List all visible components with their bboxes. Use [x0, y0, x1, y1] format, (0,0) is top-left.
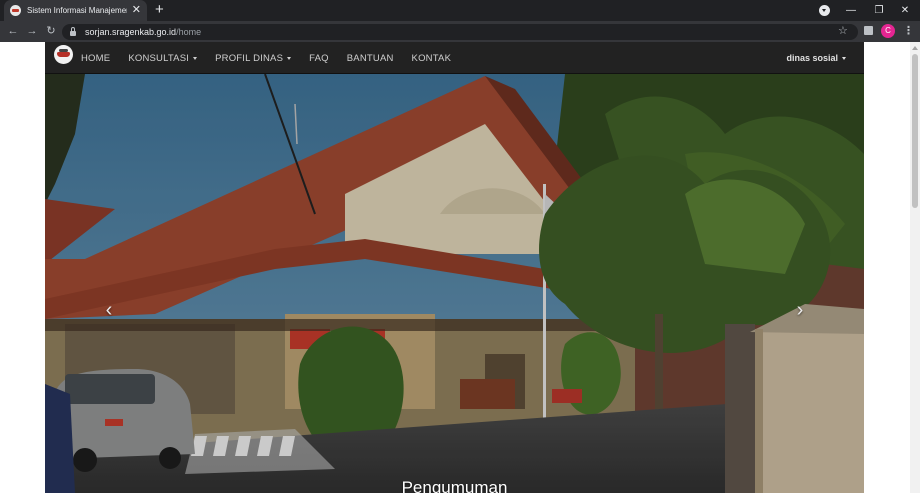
url-path: /home — [176, 27, 202, 37]
nav-home[interactable]: HOME — [72, 42, 119, 74]
nav-faq-label: FAQ — [309, 52, 329, 64]
window-close-button[interactable]: ✕ — [890, 0, 920, 21]
browser-menu-icon[interactable]: ⋮ — [903, 24, 914, 37]
user-menu-label: dinas sosial — [786, 53, 838, 63]
carousel-next-button[interactable]: › — [789, 299, 811, 321]
nav-bantuan[interactable]: BANTUAN — [338, 42, 403, 74]
address-bar[interactable]: sorjan.sragenkab.go.id/home — [62, 24, 858, 40]
nav-konsultasi-label: KONSULTASI — [128, 52, 190, 64]
forward-button[interactable]: → — [25, 24, 39, 38]
site-favicon-icon — [10, 5, 21, 16]
browser-tab-strip: Sistem Informasi Manajemen Ko ✕ + — ❐ ✕ — [0, 0, 920, 21]
minimize-button[interactable]: — — [836, 0, 866, 21]
bookmark-star-icon[interactable]: ☆ — [838, 24, 848, 37]
nav-profil-dinas-label: PROFIL DINAS — [215, 52, 284, 64]
user-menu[interactable]: dinas sosial — [786, 42, 846, 74]
tab-title: Sistem Informasi Manajemen Ko — [27, 6, 127, 15]
nav-home-label: HOME — [81, 52, 111, 64]
new-tab-button[interactable]: + — [155, 2, 164, 17]
nav-kontak-label: KONTAK — [411, 52, 452, 64]
site-navbar: HOME KONSULTASI PROFIL DINAS FAQ BANTUAN… — [45, 42, 864, 74]
dropdown-caret-icon — [287, 56, 292, 60]
url-domain: sorjan.sragenkab.go.id — [85, 27, 177, 37]
extensions-icon[interactable] — [864, 26, 873, 35]
scroll-up-arrow-icon[interactable] — [912, 46, 918, 50]
dropdown-caret-icon — [842, 56, 846, 60]
dropdown-caret-icon — [193, 56, 198, 60]
carousel-caption: Pengumuman — [401, 478, 508, 493]
nav-kontak[interactable]: KONTAK — [403, 42, 461, 74]
reload-button[interactable]: ↻ — [44, 24, 58, 38]
nav-profil-dinas[interactable]: PROFIL DINAS — [206, 42, 300, 74]
tab-close-icon[interactable]: ✕ — [132, 5, 141, 16]
profile-avatar[interactable]: C — [881, 24, 895, 38]
carousel-overlay — [45, 74, 864, 493]
page-scrollbar[interactable] — [910, 42, 920, 493]
site-container: HOME KONSULTASI PROFIL DINAS FAQ BANTUAN… — [45, 42, 864, 493]
carousel: ‹ › Pengumuman — [45, 74, 864, 493]
carousel-prev-button[interactable]: ‹ — [98, 299, 120, 321]
nav-faq[interactable]: FAQ — [300, 42, 338, 74]
nav-bantuan-label: BANTUAN — [346, 52, 394, 64]
media-control-icon[interactable] — [819, 5, 830, 16]
browser-toolbar: ← → ↻ sorjan.sragenkab.go.id/home ☆ C ⋮ — [0, 21, 920, 42]
page-viewport: HOME KONSULTASI PROFIL DINAS FAQ BANTUAN… — [0, 42, 920, 493]
scroll-thumb[interactable] — [912, 54, 918, 208]
back-button[interactable]: ← — [6, 24, 20, 38]
site-logo[interactable] — [54, 45, 73, 64]
main-menu: HOME KONSULTASI PROFIL DINAS FAQ BANTUAN… — [72, 42, 460, 74]
lock-icon — [70, 27, 76, 36]
browser-tab[interactable]: Sistem Informasi Manajemen Ko ✕ — [4, 0, 147, 21]
url-text: sorjan.sragenkab.go.id/home — [85, 27, 201, 37]
nav-konsultasi[interactable]: KONSULTASI — [119, 42, 206, 74]
